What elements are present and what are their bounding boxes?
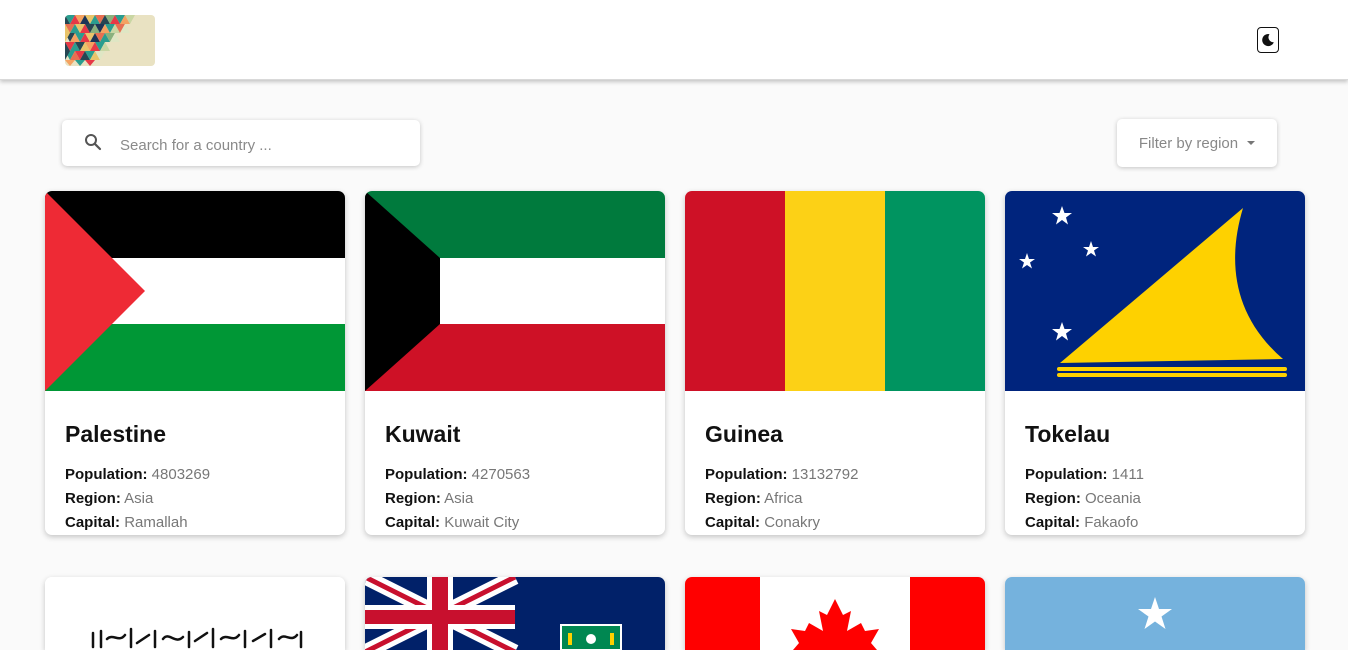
population-value: 4270563 — [471, 466, 531, 483]
region-row: Region: Asia — [65, 487, 325, 511]
capital-row: Capital: Kuwait City — [385, 511, 645, 535]
region-label: Region: — [65, 490, 121, 507]
population-row: Population: 1411 — [1025, 463, 1285, 487]
somalia-flag — [1005, 577, 1305, 650]
canada-flag — [685, 577, 985, 650]
app-header — [0, 0, 1348, 80]
population-value: 13132792 — [791, 466, 859, 483]
filter-by-region-dropdown[interactable]: Filter by region — [1117, 119, 1277, 167]
region-value: Asia — [124, 490, 154, 507]
population-row: Population: 13132792 — [705, 463, 965, 487]
region-row: Region: Africa — [705, 487, 965, 511]
filter-label: Filter by region — [1138, 134, 1239, 152]
tokelau-flag — [1005, 191, 1305, 391]
guinea-flag — [685, 191, 985, 391]
country-name: Palestine — [65, 421, 166, 447]
logo[interactable] — [65, 15, 155, 66]
country-card-tokelau[interactable]: Tokelau Population: 1411 Region: Oceania… — [1005, 191, 1305, 535]
british-virgin-islands-flag — [365, 577, 665, 650]
capital-value: Kuwait City — [444, 514, 520, 531]
region-value: Africa — [764, 490, 803, 507]
country-name: Tokelau — [1025, 421, 1111, 447]
logo-pattern-icon — [65, 15, 155, 66]
population-label: Population: — [385, 466, 468, 483]
region-label: Region: — [1025, 490, 1081, 507]
kuwait-flag — [365, 191, 665, 391]
country-card-palestine[interactable]: Palestine Population: 4803269 Region: As… — [45, 191, 345, 535]
moon-icon — [1262, 34, 1274, 47]
capital-value: Conakry — [764, 514, 821, 531]
population-value: 4803269 — [151, 466, 211, 483]
capital-label: Capital: — [385, 514, 441, 531]
region-label: Region: — [385, 490, 441, 507]
capital-label: Capital: — [65, 514, 121, 531]
country-card-british-virgin-islands[interactable] — [365, 577, 665, 650]
caret-down-icon — [1247, 141, 1256, 145]
search-input[interactable] — [120, 133, 400, 157]
capital-row: Capital: Conakry — [705, 511, 965, 535]
region-row: Region: Asia — [385, 487, 645, 511]
country-card-canada[interactable] — [685, 577, 985, 650]
capital-value: Fakaofo — [1084, 514, 1139, 531]
population-label: Population: — [65, 466, 148, 483]
country-card-afghanistan[interactable] — [45, 577, 345, 650]
region-row: Region: Oceania — [1025, 487, 1285, 511]
capital-row: Capital: Ramallah — [65, 511, 325, 535]
region-value: Asia — [444, 490, 474, 507]
script-flag — [45, 577, 345, 650]
capital-label: Capital: — [1025, 514, 1081, 531]
country-name: Kuwait — [385, 421, 461, 447]
region-value: Oceania — [1085, 490, 1141, 507]
population-row: Population: 4803269 — [65, 463, 325, 487]
population-row: Population: 4270563 — [385, 463, 645, 487]
population-value: 1411 — [1111, 466, 1144, 483]
theme-toggle-button[interactable] — [1257, 27, 1279, 53]
region-label: Region: — [705, 490, 761, 507]
capital-label: Capital: — [705, 514, 761, 531]
palestine-flag — [45, 191, 345, 391]
capital-row: Capital: Fakaofo — [1025, 511, 1285, 535]
country-name: Guinea — [705, 421, 783, 447]
population-label: Population: — [1025, 466, 1108, 483]
population-label: Population: — [705, 466, 788, 483]
country-card-kuwait[interactable]: Kuwait Population: 4270563 Region: Asia … — [365, 191, 665, 535]
country-card-somalia[interactable] — [1005, 577, 1305, 650]
country-card-guinea[interactable]: Guinea Population: 13132792 Region: Afri… — [685, 191, 985, 535]
search-icon[interactable] — [84, 133, 102, 151]
capital-value: Ramallah — [124, 514, 188, 531]
